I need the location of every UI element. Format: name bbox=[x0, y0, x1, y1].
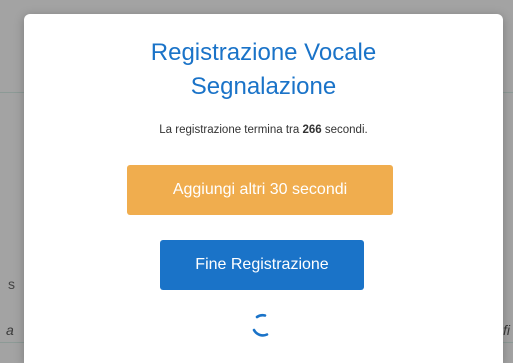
dialog-title-line1: Registrazione Vocale bbox=[150, 39, 377, 66]
dialog-title: Registrazione Vocale Segnalazione bbox=[24, 36, 503, 104]
countdown-seconds-value: 266 bbox=[302, 124, 322, 136]
finish-recording-button[interactable]: Fine Registrazione bbox=[160, 240, 364, 290]
loading-spinner-icon bbox=[252, 313, 269, 337]
add-30-seconds-button[interactable]: Aggiungi altri 30 secondi bbox=[127, 165, 393, 215]
background-text-fragment: fi bbox=[503, 322, 510, 338]
countdown-text: La registrazione termina tra 266 secondi… bbox=[24, 122, 503, 138]
countdown-prefix: La registrazione termina tra bbox=[159, 124, 300, 136]
countdown-suffix: secondi. bbox=[324, 124, 368, 136]
recording-dialog: Registrazione Vocale Segnalazione La reg… bbox=[24, 14, 503, 363]
background-text-fragment: a bbox=[6, 322, 14, 338]
background-text-fragment: s bbox=[8, 276, 15, 292]
dialog-title-line2: Segnalazione bbox=[190, 73, 337, 100]
